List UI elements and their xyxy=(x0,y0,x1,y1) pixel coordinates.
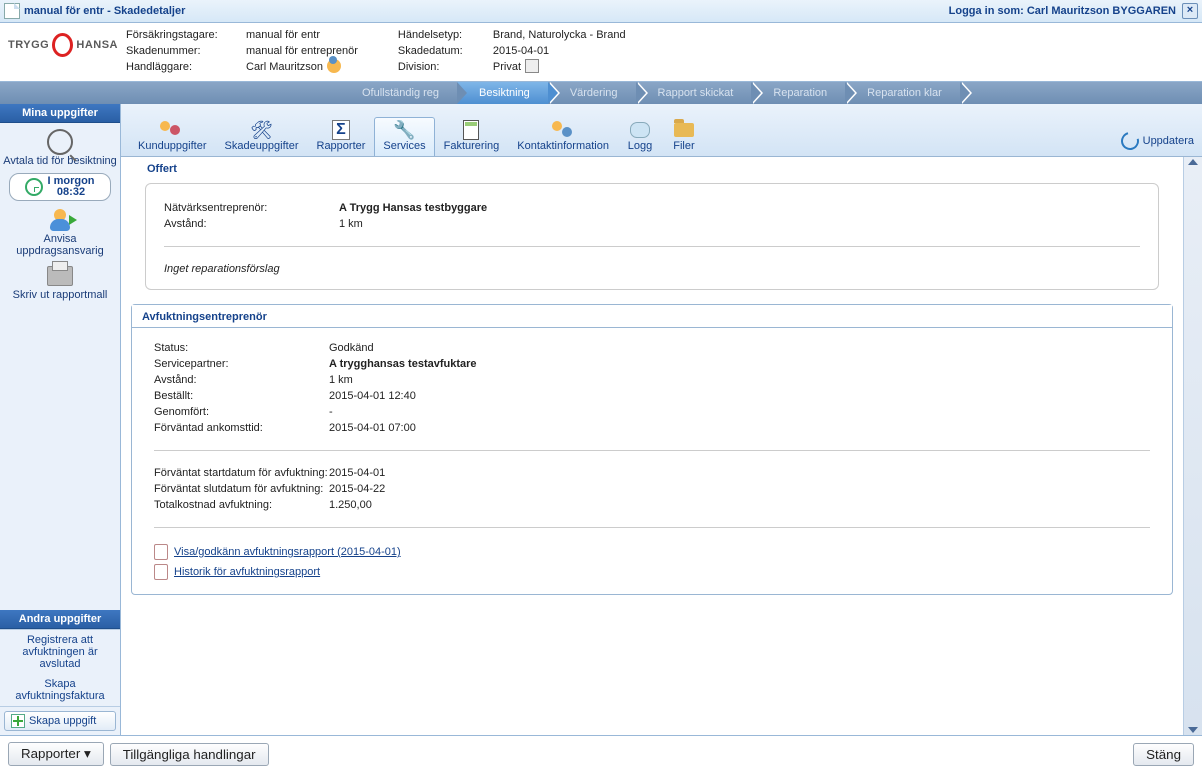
sidebar-header-mytasks: Mina uppgifter xyxy=(0,104,120,123)
avfukt-section: Avfuktningsentreprenör Status:Godkänd Se… xyxy=(131,304,1173,595)
step-reparation[interactable]: Reparation xyxy=(751,82,845,104)
step-repklar[interactable]: Reparation klar xyxy=(845,82,960,104)
sidebar-item-besiktning[interactable]: Avtala tid för besiktning xyxy=(2,129,118,167)
tab-services[interactable]: 🔧Services xyxy=(374,117,434,156)
logo-circle-icon xyxy=(52,33,73,57)
sidebar-header-other: Andra uppgifter xyxy=(0,610,120,629)
folder-icon xyxy=(674,123,694,137)
refresh-button[interactable]: Uppdatera xyxy=(1121,132,1194,156)
printer-icon xyxy=(47,266,73,286)
clipboard-icon xyxy=(154,544,168,560)
tab-filer[interactable]: Filer xyxy=(662,117,706,156)
handler-person-icon xyxy=(327,59,341,73)
case-info-bar: TRYGGHANSA Försäkringstagare:manual för … xyxy=(0,23,1202,82)
tab-logg[interactable]: Logg xyxy=(618,117,662,156)
main-toolbar: Kunduppgifter 🛠Skadeuppgifter ΣRapporter… xyxy=(121,104,1202,157)
window-close-button[interactable]: × xyxy=(1182,3,1198,19)
hammer-icon: 🛠 xyxy=(249,120,275,140)
avfukt-link-report[interactable]: Visa/godkänn avfuktningsrapport (2015-04… xyxy=(154,544,1150,560)
reports-dropdown-button[interactable]: Rapporter xyxy=(8,742,104,766)
documents-button[interactable]: Tillgängliga handlingar xyxy=(110,743,269,766)
contact-icon xyxy=(552,121,574,139)
avfukt-link-history[interactable]: Historik för avfuktningsrapport xyxy=(154,564,1150,580)
sidebar: Mina uppgifter Avtala tid för besiktning… xyxy=(0,104,121,735)
vertical-scrollbar[interactable] xyxy=(1183,157,1202,735)
step-vardering[interactable]: Värdering xyxy=(548,82,636,104)
sidebar-link-registrera[interactable]: Registrera att avfuktningen är avslutad xyxy=(0,630,120,674)
refresh-icon xyxy=(1117,129,1142,154)
sidebar-item-anvisa[interactable]: Anvisa uppdragsansvarig xyxy=(2,207,118,257)
workflow-steps: Ofullständig reg Besiktning Värdering Ra… xyxy=(0,82,1202,104)
content-scroll[interactable]: Offert Nätvärksentreprenör:A Trygg Hansa… xyxy=(121,157,1183,735)
sigma-icon: Σ xyxy=(332,120,350,140)
offert-section: Offert Nätvärksentreprenör:A Trygg Hansa… xyxy=(131,163,1173,290)
log-icon xyxy=(630,122,650,138)
login-info: Logga in som: Carl Mauritzson BYGGAREN xyxy=(949,5,1176,17)
window-title: manual för entr - Skadedetaljer xyxy=(24,5,185,17)
users-icon xyxy=(160,121,184,139)
tab-fakturering[interactable]: Fakturering xyxy=(435,117,509,156)
step-rapport[interactable]: Rapport skickat xyxy=(636,82,752,104)
step-besiktning[interactable]: Besiktning xyxy=(457,82,548,104)
close-button[interactable]: Stäng xyxy=(1133,743,1194,766)
brand-logo: TRYGGHANSA xyxy=(8,27,118,63)
tab-skadeuppgifter[interactable]: 🛠Skadeuppgifter xyxy=(216,117,308,156)
avfukt-header: Avfuktningsentreprenör xyxy=(132,305,1172,328)
appointment-pill[interactable]: I morgon08:32 xyxy=(9,173,111,201)
magnifier-icon xyxy=(47,129,73,155)
scroll-down-icon[interactable] xyxy=(1188,727,1198,733)
window-titlebar: manual för entr - Skadedetaljer Logga in… xyxy=(0,0,1202,23)
division-box-icon xyxy=(525,59,539,73)
clipboard-icon xyxy=(154,564,168,580)
offert-note: Inget reparationsförslag xyxy=(164,263,1140,275)
plus-icon xyxy=(11,714,25,728)
step-ofullstandig[interactable]: Ofullständig reg xyxy=(340,82,457,104)
calculator-icon xyxy=(463,120,479,140)
sidebar-link-faktura[interactable]: Skapa avfuktningsfaktura xyxy=(0,674,120,706)
info-column-left: Försäkringstagare:manual för entr Skaden… xyxy=(126,27,358,75)
footer-bar: Rapporter Tillgängliga handlingar Stäng xyxy=(0,735,1202,772)
create-task-button[interactable]: Skapa uppgift xyxy=(4,711,116,731)
sidebar-item-print[interactable]: Skriv ut rapportmall xyxy=(2,263,118,301)
document-icon xyxy=(4,3,20,19)
info-column-right: Händelsetyp:Brand, Naturolycka - Brand S… xyxy=(398,27,626,75)
tab-kontakt[interactable]: Kontaktinformation xyxy=(508,117,618,156)
assign-user-icon xyxy=(49,209,71,231)
tab-kunduppgifter[interactable]: Kunduppgifter xyxy=(129,117,216,156)
offert-legend: Offert xyxy=(143,163,181,175)
tools-icon: 🔧 xyxy=(392,120,418,140)
clock-icon xyxy=(25,178,43,196)
scroll-up-icon[interactable] xyxy=(1188,159,1198,165)
tab-rapporter[interactable]: ΣRapporter xyxy=(308,117,375,156)
